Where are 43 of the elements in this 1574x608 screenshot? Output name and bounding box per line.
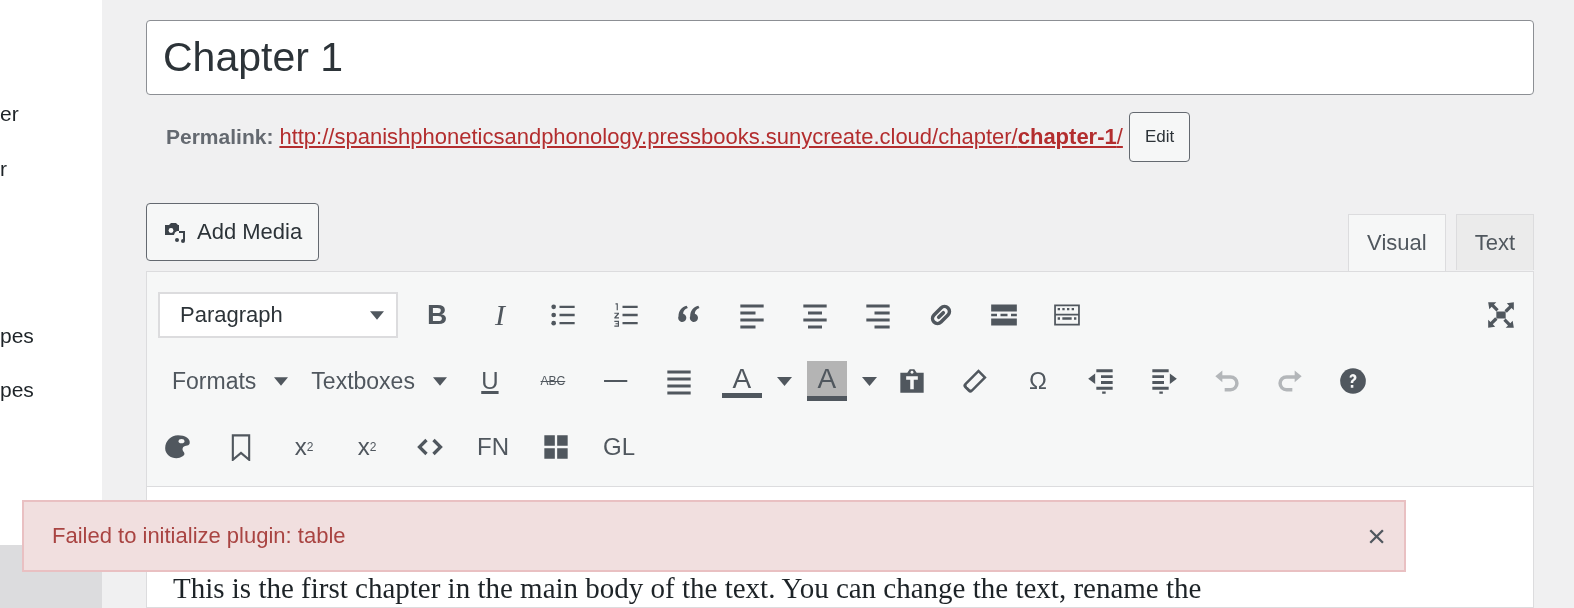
editor-tab[interactable]: Visual — [1348, 214, 1446, 271]
sidebar-item[interactable]: er — [0, 100, 102, 128]
text-color-button[interactable]: A — [721, 364, 762, 398]
clipboard-icon — [897, 367, 926, 395]
body-paragraph: This is the first chapter in the main body of the text. You can change the text, rename the — [173, 573, 1203, 603]
camera-music-icon — [163, 220, 187, 244]
toolbar-button[interactable]: FN — [473, 427, 513, 467]
toolbar-button[interactable]: GL — [599, 427, 639, 467]
indent-icon — [1149, 367, 1178, 395]
caret-icon — [776, 376, 792, 386]
fullscreen-icon — [1487, 301, 1515, 329]
caret-icon — [370, 310, 384, 320]
italic-button[interactable]: I — [480, 295, 520, 335]
horizontal-line-icon — [604, 379, 628, 383]
bold-button[interactable]: B — [417, 295, 457, 335]
toolbar-button[interactable]: Ω — [1017, 361, 1058, 401]
editor-tab[interactable]: Text — [1455, 214, 1534, 270]
help-icon — [1338, 367, 1367, 395]
underline-button[interactable]: U — [469, 361, 510, 401]
numbered-list-icon — [612, 301, 640, 329]
add-media-button[interactable]: Add Media — [146, 203, 320, 261]
grid-icon — [542, 433, 570, 461]
strikethrough-button[interactable]: ABC — [532, 361, 573, 401]
toolbar-button[interactable]: x$^{2}$ — [284, 427, 324, 467]
sidebar-item[interactable]: pes — [0, 376, 102, 404]
sidebar-item[interactable]: pes — [0, 322, 102, 350]
palette-icon — [164, 433, 192, 461]
outdent-icon — [1086, 367, 1115, 395]
menu-button[interactable]: Textboxes — [311, 367, 447, 395]
sidebar-item[interactable]: r — [0, 155, 102, 183]
close-button[interactable]: × — [1363, 517, 1390, 555]
title-field[interactable]: Chapter 1 — [146, 20, 1534, 95]
caret-icon — [274, 376, 289, 386]
permalink-label: Permalink: — [166, 125, 274, 149]
format-select[interactable]: Paragraph — [158, 292, 398, 338]
menu-button[interactable]: Formats — [158, 367, 289, 395]
eraser-icon — [960, 367, 989, 395]
highlight-color-button[interactable]: A — [806, 361, 847, 401]
edit-button[interactable]: Edit — [1128, 112, 1191, 162]
permalink-link[interactable]: http://spanishphoneticsandphonology.pressbooks.sunycreate.cloud/chapter/chapter-1/ — [279, 124, 1123, 150]
caret-icon — [861, 376, 877, 386]
notice-message: Failed to initialize plugin: table — [52, 523, 346, 549]
caret-icon — [432, 376, 447, 386]
